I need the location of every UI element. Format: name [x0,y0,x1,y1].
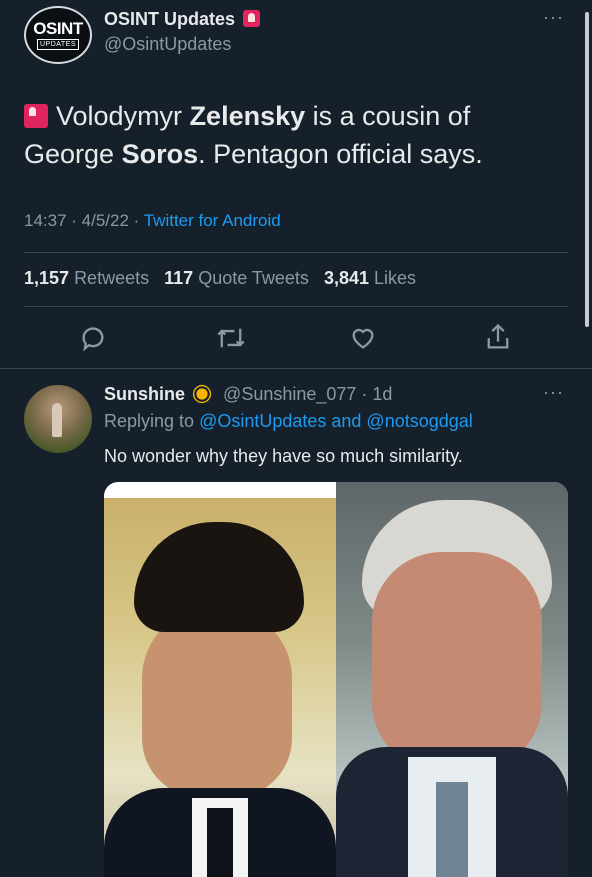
divider [24,306,568,307]
reply-more-options-icon[interactable]: ··· [543,382,564,403]
reply-author-avatar[interactable] [24,385,92,453]
scrollbar[interactable] [585,12,589,327]
reply-header: Sunshine @Sunshine_077 · 1d [104,384,392,405]
reply-icon[interactable] [79,324,107,352]
likes-count: 3,841 [323,268,369,288]
tweet-text-part: George [24,139,122,169]
media-photo-right [336,482,568,877]
siren-emoji-icon [24,104,48,128]
tweet-client-link[interactable]: Twitter for Android [144,211,281,230]
author-name-row[interactable]: OSINT Updates [104,9,261,30]
tweet-text-part: is a cousin of [305,101,471,131]
tweet-meta: 14:37 · 4/5/22 · Twitter for Android [24,211,281,231]
replying-to: Replying to @OsintUpdates and @notsogdga… [104,411,473,432]
divider [0,368,592,369]
tweet-text-part: Volodymyr [56,101,190,131]
avatar-logo-subtext: UPDATES [36,39,80,50]
quotes-count: 117 [164,268,194,288]
reply-author-name[interactable]: Sunshine [104,384,185,404]
retweets-label: Retweets [74,268,150,288]
avatar-figure [52,403,62,437]
replying-to-links[interactable]: @OsintUpdates and @notsogdgal [199,411,473,431]
siren-emoji-icon [243,10,261,27]
replying-prefix: Replying to [104,411,200,431]
divider [24,252,568,253]
media-photo-left [104,498,336,877]
author-avatar[interactable]: OSINT UPDATES [24,6,92,64]
like-icon[interactable] [349,324,377,352]
author-name[interactable]: OSINT Updates [104,9,235,29]
quotes-stat[interactable]: 117 Quote Tweets [164,268,309,288]
likes-stat[interactable]: 3,841 Likes [324,268,416,288]
share-icon[interactable] [484,322,512,352]
retweets-stat[interactable]: 1,157 Retweets [24,268,149,288]
tweet-timestamp[interactable]: 14:37 · 4/5/22 · [24,211,144,230]
reply-text: No wonder why they have so much similari… [104,446,463,466]
reply-media-image[interactable] [104,482,568,877]
retweets-count: 1,157 [24,268,70,288]
tweet-text-bold-name: Zelensky [189,101,306,131]
quotes-label: Quote Tweets [198,268,309,288]
tweet-stats: 1,157 Retweets 117 Quote Tweets 3,841 Li… [24,268,416,289]
more-options-icon[interactable]: ··· [543,7,564,28]
tweet-text-part: . Pentagon official says. [198,139,483,169]
likes-label: Likes [374,268,417,288]
sun-emoji-icon [196,388,208,400]
avatar-logo-text: OSINT [33,19,83,38]
tweet-text-bold-name: Soros [121,139,199,169]
tweet-text: Volodymyr Zelensky is a cousin of George… [24,97,564,173]
retweet-icon[interactable] [216,324,246,352]
reply-author-handle[interactable]: @Sunshine_077 · 1d [223,384,392,404]
author-handle[interactable]: @OsintUpdates [104,34,231,55]
